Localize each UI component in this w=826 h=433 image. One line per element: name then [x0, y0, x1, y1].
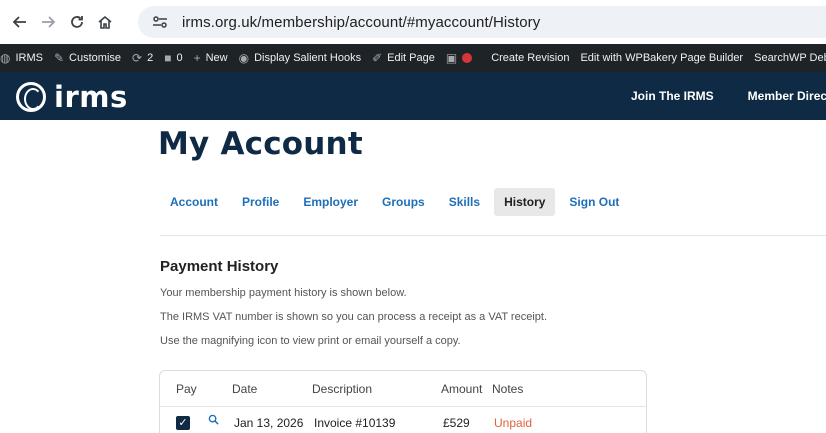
admin-bar-create-revision[interactable]: Create Revision [491, 52, 569, 64]
row-date: Jan 13, 2026 [234, 416, 304, 430]
plus-icon: + [193, 51, 201, 65]
admin-bar-comments-count: 0 [176, 52, 183, 64]
comment-icon: ■ [164, 51, 172, 65]
nav-join[interactable]: Join The IRMS [631, 89, 714, 103]
back-arrow-icon[interactable] [6, 8, 34, 36]
admin-bar-yoast[interactable]: ▣ [446, 51, 480, 65]
admin-bar-edit-page-label: Edit Page [387, 52, 435, 64]
admin-bar-updates-count: 2 [147, 52, 154, 64]
column-amount: Amount [441, 382, 483, 396]
admin-bar-customise[interactable]: ✎ Customise [54, 51, 121, 65]
wordpress-icon: ◍ [0, 51, 11, 65]
admin-bar-create-revision-label: Create Revision [491, 52, 570, 64]
updates-icon: ⟳ [132, 51, 143, 65]
vat-note: The IRMS VAT number is shown so you can … [160, 311, 548, 323]
row-amount: £529 [443, 416, 470, 430]
table-header: Pay Date Description Amount Notes [160, 371, 646, 407]
column-pay: Pay [176, 382, 197, 396]
browser-toolbar: irms.org.uk/membership/account/#myaccoun… [0, 0, 826, 44]
wp-admin-bar: ◍ IRMS ✎ Customise ⟳ 2 ■ 0 + New ◉ Displ… [0, 44, 826, 72]
logo-text: irms [54, 80, 128, 114]
reload-icon[interactable] [63, 8, 91, 36]
tab-groups[interactable]: Groups [372, 188, 435, 216]
admin-bar-customise-label: Customise [69, 52, 122, 64]
payment-history-intro: Your membership payment history is shown… [160, 287, 407, 299]
payment-table: Pay Date Description Amount Notes ✓ Jan … [159, 370, 647, 433]
admin-bar-searchwp[interactable]: SearchWP Debug [754, 52, 826, 64]
address-bar[interactable]: irms.org.uk/membership/account/#myaccoun… [138, 6, 826, 38]
column-date: Date [232, 382, 258, 396]
admin-bar-wpbakery[interactable]: Edit with WPBakery Page Builder [580, 52, 743, 64]
admin-bar-wpbakery-label: Edit with WPBakery Page Builder [580, 52, 744, 64]
tab-sign-out[interactable]: Sign Out [559, 188, 629, 216]
pay-checkbox[interactable]: ✓ [176, 416, 190, 430]
payment-history-title: Payment History [160, 258, 279, 275]
page-title: My Account [158, 126, 363, 162]
nav-member-directory[interactable]: Member Directo [748, 89, 826, 103]
pencil-icon: ✐ [372, 51, 383, 65]
admin-bar-salient-hooks-label: Display Salient Hooks [254, 52, 362, 64]
admin-bar-new-label: New [205, 52, 228, 64]
forward-arrow-icon[interactable] [34, 8, 62, 36]
irms-logo-icon [16, 82, 46, 112]
header-nav: Join The IRMS Member Directo [631, 72, 826, 120]
tab-skills[interactable]: Skills [439, 188, 490, 216]
admin-bar-site[interactable]: ◍ IRMS [0, 51, 43, 65]
tab-employer[interactable]: Employer [293, 188, 368, 216]
table-row: ✓ Jan 13, 2026 Invoice #10139 £529 Unpai… [160, 408, 646, 433]
tabs-divider [160, 235, 826, 236]
site-header: irms Join The IRMS Member Directo [0, 72, 826, 120]
account-tabs: Account Profile Employer Groups Skills H… [160, 188, 633, 216]
magnifier-icon[interactable] [208, 414, 219, 428]
row-description: Invoice #10139 [314, 416, 396, 430]
url-text[interactable]: irms.org.uk/membership/account/#myaccoun… [182, 14, 540, 31]
admin-bar-searchwp-label: SearchWP Debug [754, 52, 826, 64]
red-dot-icon [462, 53, 473, 63]
column-notes: Notes [492, 382, 524, 396]
tab-history[interactable]: History [494, 188, 556, 216]
row-notes-status: Unpaid [494, 416, 533, 430]
admin-bar-updates[interactable]: ⟳ 2 [132, 51, 153, 65]
admin-bar-salient-hooks[interactable]: ◉ Display Salient Hooks [239, 51, 361, 65]
tab-profile[interactable]: Profile [232, 188, 289, 216]
eye-icon: ◉ [238, 51, 250, 65]
tab-account[interactable]: Account [160, 188, 228, 216]
site-settings-icon[interactable] [148, 10, 172, 34]
site-logo[interactable]: irms [16, 80, 128, 114]
magnifier-note: Use the magnifying icon to view print or… [160, 335, 461, 347]
brush-icon: ✎ [53, 51, 65, 65]
admin-bar-new[interactable]: + New [194, 51, 228, 65]
yoast-icon: ▣ [445, 51, 458, 65]
column-description: Description [312, 382, 373, 396]
admin-bar-comments[interactable]: ■ 0 [164, 51, 182, 65]
admin-bar-site-label: IRMS [15, 52, 43, 64]
home-icon[interactable] [91, 8, 119, 36]
admin-bar-edit-page[interactable]: ✐ Edit Page [372, 51, 435, 65]
